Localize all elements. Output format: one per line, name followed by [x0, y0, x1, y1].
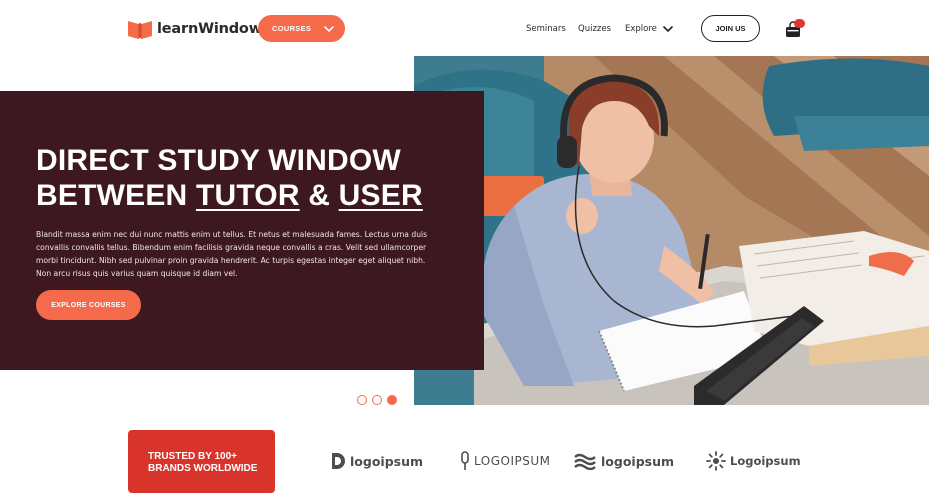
chevron-down-icon [663, 26, 673, 32]
nav-explore-label: Explore [625, 24, 657, 34]
hero-title-line1: DIRECT STUDY WINDOW [36, 144, 401, 177]
courses-label: COURSES [272, 24, 312, 33]
nav-quizzes[interactable]: Quizzes [578, 24, 611, 34]
waves-icon [574, 453, 596, 470]
hero-title-user: USER [338, 179, 423, 212]
hero-description: Blandit massa enim nec dui nunc mattis e… [36, 230, 428, 278]
carousel-dot-3-active[interactable] [387, 395, 397, 405]
nav-seminars[interactable]: Seminars [526, 24, 566, 34]
trusted-line1: TRUSTED BY 100+ [148, 451, 238, 462]
nav-explore[interactable]: Explore [625, 24, 673, 34]
hero-image [414, 56, 929, 405]
carousel-dot-1[interactable] [357, 395, 367, 405]
cart-button[interactable] [785, 19, 805, 38]
brand-logo[interactable]: learnWindow [127, 16, 262, 42]
microphone-shape-icon [461, 451, 469, 470]
d-shape-icon [332, 453, 345, 469]
cart-badge [794, 19, 805, 28]
hero-title: DIRECT STUDY WINDOW BETWEEN TUTOR & USER [36, 143, 466, 213]
brand-name: learnWindow [157, 21, 262, 37]
carousel-dots [357, 395, 397, 405]
open-book-icon [128, 21, 152, 39]
partner-logo-2: LOGOIPSUM [460, 450, 550, 472]
hero-title-tutor: TUTOR [195, 179, 300, 212]
partner-logo-3-name: logoipsum [601, 453, 675, 469]
partner-logo-2-name: LOGOIPSUM [474, 454, 551, 468]
explore-courses-button[interactable]: EXPLORE COURSES [36, 290, 141, 320]
courses-dropdown-button[interactable]: COURSES [258, 15, 345, 42]
join-us-button[interactable]: JOIN US [701, 15, 760, 42]
chevron-down-icon [324, 25, 334, 32]
hero-panel: DIRECT STUDY WINDOW BETWEEN TUTOR & USER… [0, 91, 484, 370]
partner-logo-4: Logoipsum [706, 450, 801, 472]
trusted-line2: BRANDS WORLDWIDE [148, 463, 258, 474]
partner-logo-4-name: Logoipsum [730, 454, 801, 468]
partner-logo-1: logoipsum [330, 450, 423, 472]
hero-title-line2-prefix: BETWEEN [36, 179, 196, 212]
hero-photo-illustration [414, 56, 929, 405]
hero-title-amp: & [299, 179, 339, 212]
sunburst-icon [706, 451, 726, 471]
partner-logo-3: logoipsum [573, 450, 674, 472]
partner-logo-1-name: logoipsum [350, 453, 424, 469]
carousel-dot-2[interactable] [372, 395, 382, 405]
trusted-badge: TRUSTED BY 100+ BRANDS WORLDWIDE [128, 430, 275, 493]
